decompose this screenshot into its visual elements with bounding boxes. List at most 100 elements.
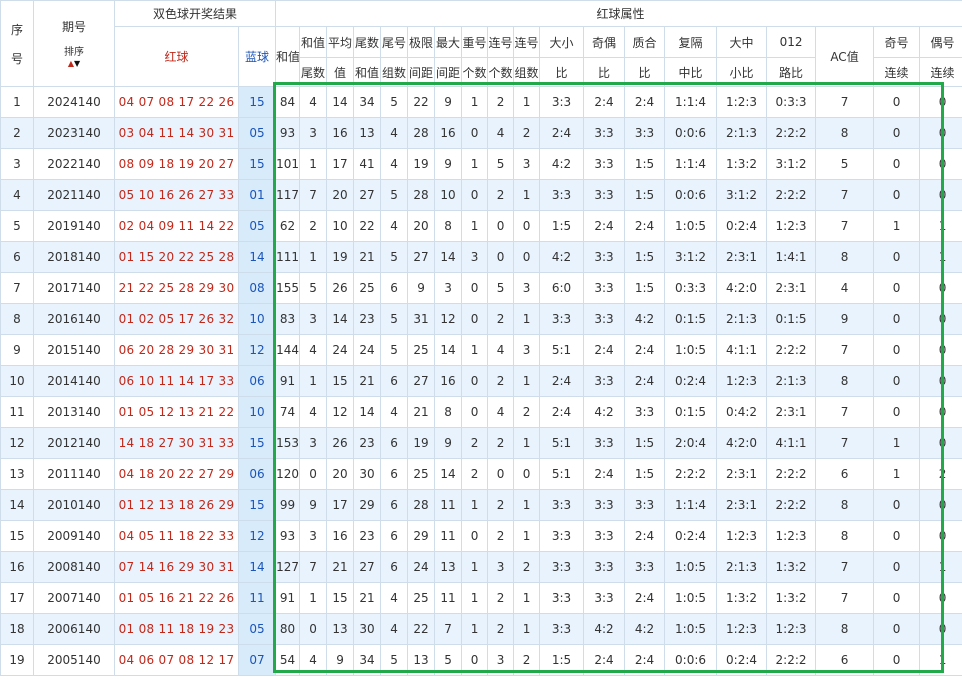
attr-cell: 1:2:3 <box>766 613 817 645</box>
red-balls-cell: 01 05 12 13 21 22 <box>114 396 239 428</box>
issue-cell: 2007140 <box>33 582 115 614</box>
attr-cell: 0 <box>461 396 489 428</box>
attr-cell: 3:3 <box>539 520 585 552</box>
seq-cell: 7 <box>0 272 34 304</box>
attr-cell: 0:2:4 <box>716 210 768 242</box>
table-row: 2 2023140 03 04 11 14 30 31 05 93 3 16 13 4 28 16 0… <box>0 117 962 149</box>
attr-cell: 3:3 <box>583 520 626 552</box>
attr-cell: 1:3:2 <box>766 582 817 614</box>
attr-head: 和值 <box>299 26 328 58</box>
attr-cell: 11 <box>434 582 463 614</box>
table-row: 5 2019140 02 04 09 11 14 22 05 62 2 10 22 4 20 8 1 0… <box>0 210 962 242</box>
attr-cell: 0 <box>873 520 921 552</box>
attr-cell: 4:1:1 <box>766 427 817 459</box>
attr-cell: 9 <box>434 148 463 180</box>
attr-cell: 17 <box>326 489 355 521</box>
attr-cell: 29 <box>407 520 436 552</box>
attr-cell: 1 <box>299 148 328 180</box>
attr-cell: 3 <box>487 644 515 676</box>
attr-cell: 1 <box>513 365 541 397</box>
seq-cell: 13 <box>0 458 34 490</box>
attr-cell: 12 <box>434 303 463 335</box>
attr-cell: 1 <box>513 179 541 211</box>
table-row: 12 2012140 14 18 27 30 31 33 15 153 3 26 23 6 19 9… <box>0 427 962 459</box>
sort-down-icon[interactable]: ▼ <box>74 59 80 68</box>
attr-cell: 4 <box>380 210 409 242</box>
attr-cell: 0 <box>919 427 962 459</box>
attr-cell: 13 <box>353 117 382 149</box>
attr-cell: 4 <box>487 117 515 149</box>
attr-cell: 9 <box>434 86 463 118</box>
attr-cell: 6 <box>380 520 409 552</box>
issue-cell: 2016140 <box>33 303 115 335</box>
issue-cell: 2019140 <box>33 210 115 242</box>
sort-control[interactable]: 排序 ▲▼ <box>35 43 114 69</box>
issue-cell: 2011140 <box>33 458 115 490</box>
attr-cell: 0 <box>919 148 962 180</box>
red-balls-cell: 04 06 07 08 12 17 <box>114 644 239 676</box>
attr-cell: 3 <box>513 148 541 180</box>
attr-cell: 2:0:4 <box>664 427 718 459</box>
issue-cell: 2023140 <box>33 117 115 149</box>
attr-cell: 3 <box>461 241 489 273</box>
attr-sub: 值 <box>326 57 355 87</box>
attr-cell: 54 <box>275 644 301 676</box>
attr-cell: 1:2:3 <box>716 520 768 552</box>
attr-cell: 0 <box>919 582 962 614</box>
attr-cell: 4 <box>299 644 328 676</box>
attr-cell: 4:2 <box>583 396 626 428</box>
attr-cell: 3:3 <box>583 272 626 304</box>
attr-cell: 1 <box>461 334 489 366</box>
attr-cell: 4 <box>380 396 409 428</box>
attr-cell: 9 <box>326 644 355 676</box>
attr-cell: 22 <box>407 613 436 645</box>
attr-cell: 0:0:6 <box>664 644 718 676</box>
issue-cell: 2021140 <box>33 179 115 211</box>
attr-cell: 16 <box>326 117 355 149</box>
attr-cell: 84 <box>275 86 301 118</box>
attr-cell: 27 <box>407 241 436 273</box>
issue-cell: 2024140 <box>33 86 115 118</box>
attr-cell: 1 <box>461 489 489 521</box>
attr-cell: 2:4 <box>583 458 626 490</box>
attr-cell: 1 <box>513 520 541 552</box>
attr-head: 奇号 <box>873 26 921 58</box>
attr-cell: 2:4 <box>583 86 626 118</box>
results-body: 1 2024140 04 07 08 17 22 26 15 84 4 14 34 5 22 9 1 2… <box>0 86 962 676</box>
attr-cell: 6 <box>380 458 409 490</box>
attr-cell: 5 <box>815 148 875 180</box>
attr-cell: 3:3 <box>583 365 626 397</box>
attr-cell: 0 <box>487 210 515 242</box>
blue-ball-cell: 12 <box>237 520 277 552</box>
attr-cell: 0 <box>461 303 489 335</box>
attr-cell: 1:1:4 <box>664 489 718 521</box>
attr-cell: 1 <box>461 148 489 180</box>
blue-ball-cell: 08 <box>237 272 277 304</box>
attr-cell: 2:2:2 <box>664 458 718 490</box>
attr-cell: 2:1:3 <box>716 117 768 149</box>
attr-cell: 8 <box>815 489 875 521</box>
issue-cell: 2022140 <box>33 148 115 180</box>
attr-cell: 4 <box>815 272 875 304</box>
seq-header: 序号 <box>0 0 34 87</box>
attr-cell: 2:1:3 <box>766 365 817 397</box>
attr-cell: 16 <box>434 117 463 149</box>
red-balls-cell: 03 04 11 14 30 31 <box>114 117 239 149</box>
attr-cell: 20 <box>326 458 355 490</box>
attr-cell: 2:4 <box>624 582 666 614</box>
attr-head: 大小 <box>539 26 585 58</box>
attr-sub: 个数 <box>487 57 515 87</box>
attr-cell: 3 <box>487 551 515 583</box>
attr-cell: 83 <box>275 303 301 335</box>
attr-cell: 9 <box>407 272 436 304</box>
attr-cell: 34 <box>353 644 382 676</box>
attr-cell: 5:1 <box>539 334 585 366</box>
attr-cell: 6 <box>815 458 875 490</box>
attr-sub: 连续 <box>919 57 962 87</box>
attr-cell: 2:4 <box>624 210 666 242</box>
attr-cell: 120 <box>275 458 301 490</box>
attr-cell: 1 <box>513 489 541 521</box>
attr-cell: 7 <box>815 582 875 614</box>
attr-sub: 间距 <box>407 57 436 87</box>
attr-cell: 2:4 <box>583 334 626 366</box>
